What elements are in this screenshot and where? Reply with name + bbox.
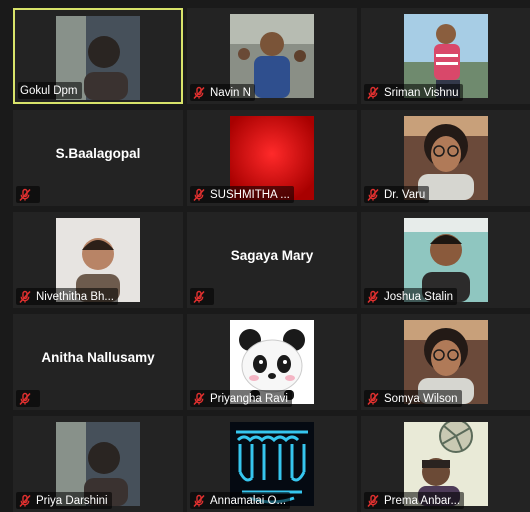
mic-muted-icon bbox=[192, 188, 206, 202]
participant-tile[interactable]: Joshua Stalin bbox=[361, 212, 530, 308]
participant-tile[interactable]: Navin N bbox=[187, 8, 357, 104]
participant-name: Somya Wilson bbox=[384, 392, 458, 405]
participant-tile[interactable]: Sriman Vishnu bbox=[361, 8, 530, 104]
mic-muted-icon bbox=[192, 494, 206, 508]
participant-name: Joshua Stalin bbox=[384, 290, 454, 303]
participant-name: Navin N bbox=[210, 86, 251, 99]
participant-name: Priyangha Ravi bbox=[210, 392, 288, 405]
participant-tile[interactable]: SUSHMITHA ... bbox=[187, 110, 357, 206]
participant-tile[interactable]: Annamalai O... bbox=[187, 416, 357, 512]
participant-name: Gokul Dpm bbox=[20, 84, 78, 97]
mic-muted-icon bbox=[18, 290, 32, 304]
participant-name: Nivethitha Bh... bbox=[36, 290, 114, 303]
participant-name-bar: Joshua Stalin bbox=[364, 288, 458, 305]
participant-name-bar: Navin N bbox=[190, 84, 255, 101]
participant-tile[interactable]: Gokul Dpm bbox=[13, 8, 183, 104]
participant-name-bar bbox=[16, 390, 40, 407]
mic-muted-icon bbox=[192, 392, 206, 406]
mic-muted-icon bbox=[18, 392, 32, 406]
participant-display-name: S.Baalagopal bbox=[55, 146, 141, 161]
mic-muted-icon bbox=[192, 86, 206, 100]
mic-muted-icon bbox=[366, 188, 380, 202]
participant-name-bar: Annamalai O... bbox=[190, 492, 291, 509]
mic-muted-icon bbox=[366, 290, 380, 304]
participant-name-bar: Priya Darshini bbox=[16, 492, 112, 509]
mic-muted-icon bbox=[18, 494, 32, 508]
participant-name-bar: Dr. Varu bbox=[364, 186, 430, 203]
participant-name-bar: Gokul Dpm bbox=[18, 82, 82, 99]
participant-tile[interactable]: Priya Darshini bbox=[13, 416, 183, 512]
participant-name-bar: SUSHMITHA ... bbox=[190, 186, 294, 203]
participant-name-bar: Nivethitha Bh... bbox=[16, 288, 118, 305]
participant-tile[interactable]: Somya Wilson bbox=[361, 314, 530, 410]
participant-tile[interactable]: Prema Anbar... bbox=[361, 416, 530, 512]
video-grid: Gokul Dpm Navin N Sriman Vishnu S.Baalagopa… bbox=[0, 0, 530, 512]
participant-tile[interactable]: S.Baalagopal bbox=[13, 110, 183, 206]
participant-tile[interactable]: Anitha Nallusamy bbox=[13, 314, 183, 410]
participant-tile[interactable]: Sagaya Mary bbox=[187, 212, 357, 308]
participant-name-bar: Sriman Vishnu bbox=[364, 84, 463, 101]
mic-muted-icon bbox=[192, 290, 206, 304]
participant-name-bar: Somya Wilson bbox=[364, 390, 462, 407]
participant-tile[interactable]: Priyangha Ravi bbox=[187, 314, 357, 410]
mic-muted-icon bbox=[366, 494, 380, 508]
participant-name: Sriman Vishnu bbox=[384, 86, 459, 99]
participant-name-bar: Priyangha Ravi bbox=[190, 390, 292, 407]
participant-name: Annamalai O... bbox=[210, 494, 287, 507]
participant-display-name: Anitha Nallusamy bbox=[41, 350, 155, 365]
mic-muted-icon bbox=[366, 86, 380, 100]
participant-name: Dr. Varu bbox=[384, 188, 426, 201]
participant-name-bar bbox=[190, 288, 214, 305]
participant-display-name: Sagaya Mary bbox=[230, 248, 314, 263]
participant-name-bar bbox=[16, 186, 40, 203]
mic-muted-icon bbox=[18, 188, 32, 202]
participant-name-bar: Prema Anbar... bbox=[364, 492, 465, 509]
participant-tile[interactable]: Nivethitha Bh... bbox=[13, 212, 183, 308]
participant-tile[interactable]: Dr. Varu bbox=[361, 110, 530, 206]
participant-name: Priya Darshini bbox=[36, 494, 108, 507]
mic-muted-icon bbox=[366, 392, 380, 406]
participant-name: Prema Anbar... bbox=[384, 494, 461, 507]
participant-name: SUSHMITHA ... bbox=[210, 188, 290, 201]
